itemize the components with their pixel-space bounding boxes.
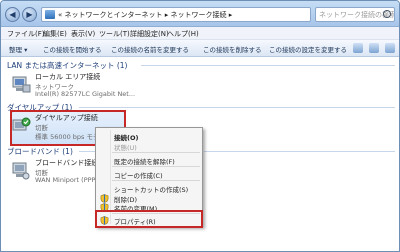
back-button[interactable]: ◀ — [5, 7, 20, 22]
connection-device: Intel(R) 82577LC Gigabit Net... — [35, 90, 136, 98]
menu-file[interactable]: ファイル(F) — [7, 29, 45, 39]
menu-help[interactable]: ヘルプ(H) — [167, 29, 199, 39]
menu-bar: ファイル(F) 編集(E) 表示(V) ツール(T) 詳細設定(N) ヘルプ(H… — [1, 27, 399, 40]
group-divider — [79, 107, 395, 108]
connection-lan[interactable]: ローカル エリア接続 ネットワーク Intel(R) 82577LC Gigab… — [11, 72, 211, 102]
menu-edit[interactable]: 編集(E) — [43, 29, 67, 39]
menu-item-set-default[interactable]: 既定の接続を解除(F) — [114, 156, 175, 166]
group-header-lan[interactable]: LAN または高速インターネット (1) — [7, 60, 127, 71]
menu-separator — [112, 180, 200, 181]
view-options-icon[interactable] — [353, 43, 363, 53]
shield-icon — [100, 203, 109, 212]
broadband-icon — [12, 162, 30, 180]
forward-button[interactable]: ▶ — [22, 7, 37, 22]
title-bar: ◀ ▶ « ネットワークとインターネット ▸ ネットワーク接続 ▸ ネットワーク… — [1, 1, 399, 27]
group-divider — [204, 151, 395, 152]
search-input[interactable]: ネットワーク接続の検索 — [315, 7, 395, 22]
delete-connection-button[interactable]: この接続を削除する — [203, 44, 262, 54]
view-controls — [353, 43, 395, 54]
organize-button[interactable]: 整理 ▾ — [9, 44, 27, 54]
group-header-broadband[interactable]: ブロードバンド (1) — [7, 146, 73, 157]
change-settings-button[interactable]: この接続の設定を変更する — [269, 44, 347, 54]
menu-view[interactable]: 表示(V) — [71, 29, 95, 39]
context-menu: 接続(O) 状態(U) 既定の接続を解除(F) コピーの作成(C) ショートカッ… — [95, 127, 203, 227]
menu-separator — [112, 152, 200, 153]
group-divider — [79, 151, 95, 152]
shield-icon — [100, 216, 109, 225]
address-bar[interactable]: « ネットワークとインターネット ▸ ネットワーク接続 ▸ — [41, 7, 311, 22]
menu-tools[interactable]: ツール(T) — [99, 29, 130, 39]
command-bar: 整理 ▾ この接続を開始する この接続の名前を変更する この接続を削除する この… — [1, 40, 399, 57]
menu-item-copy[interactable]: コピーの作成(C) — [114, 170, 163, 180]
menu-item-status: 状態(U) — [114, 144, 137, 152]
search-icon — [383, 10, 391, 18]
menu-item-create-shortcut[interactable]: ショートカットの作成(S) — [114, 184, 188, 194]
menu-separator — [112, 166, 200, 167]
menu-item-rename[interactable]: 名前の変更(M) — [114, 203, 157, 213]
address-text: « ネットワークとインターネット ▸ ネットワーク接続 ▸ — [58, 11, 233, 19]
dialup-modem-icon — [12, 117, 31, 131]
help-icon[interactable] — [385, 43, 395, 53]
group-divider — [141, 65, 395, 66]
menu-separator — [112, 213, 200, 214]
rename-connection-button[interactable]: この接続の名前を変更する — [111, 44, 189, 54]
explorer-window: ◀ ▶ « ネットワークとインターネット ▸ ネットワーク接続 ▸ ネットワーク… — [0, 0, 400, 252]
start-connection-button[interactable]: この接続を開始する — [43, 44, 102, 54]
menu-item-connect[interactable]: 接続(O) — [114, 132, 138, 142]
menu-gutter — [110, 130, 111, 224]
menu-advanced[interactable]: 詳細設定(N) — [130, 29, 169, 39]
preview-pane-icon[interactable] — [369, 43, 379, 53]
network-adapter-icon — [12, 76, 31, 93]
menu-item-properties[interactable]: プロパティ(R) — [114, 216, 156, 226]
shield-icon — [100, 194, 109, 203]
network-folder-icon — [45, 10, 55, 19]
